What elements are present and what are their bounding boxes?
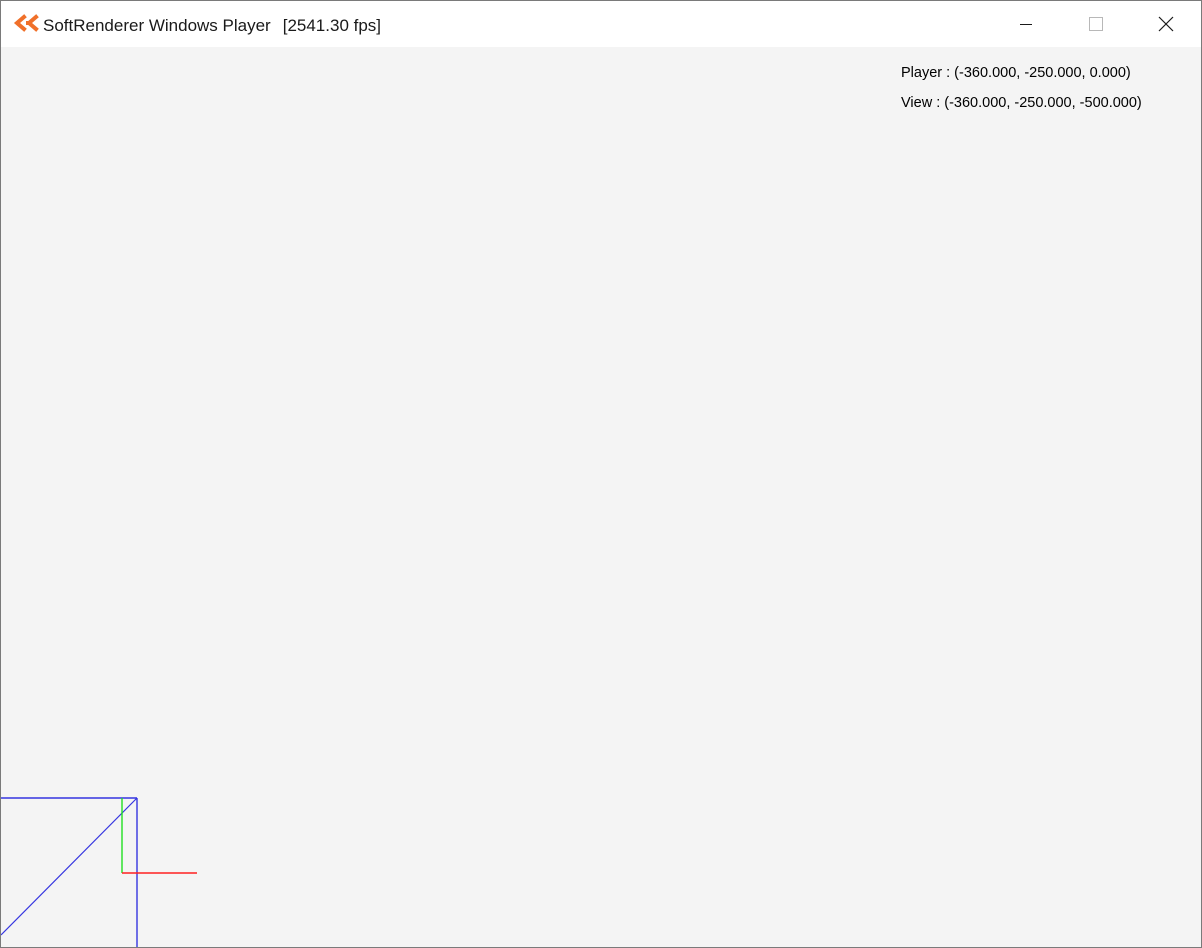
- render-viewport[interactable]: Player : (-360.000, -250.000, 0.000) Vie…: [1, 47, 1201, 947]
- app-window: SoftRenderer Windows Player [2541.30 fps]: [0, 0, 1202, 948]
- fps-counter: [2541.30 fps]: [282, 16, 382, 35]
- title-bar[interactable]: SoftRenderer Windows Player [2541.30 fps]: [1, 1, 1201, 47]
- player-position-text: Player : (-360.000, -250.000, 0.000): [901, 65, 1131, 81]
- maximize-button[interactable]: [1061, 1, 1131, 47]
- grid-line-diagonal: [1, 797, 138, 936]
- minimize-icon: [1019, 17, 1033, 31]
- minimize-button[interactable]: [991, 1, 1061, 47]
- ck-logo-icon: [13, 13, 39, 33]
- close-icon: [1158, 16, 1174, 32]
- view-position-text: View : (-360.000, -250.000, -500.000): [901, 95, 1142, 111]
- maximize-icon: [1089, 17, 1103, 31]
- window-title-label: SoftRenderer Windows Player: [43, 16, 271, 35]
- scene-canvas: [1, 797, 197, 947]
- close-button[interactable]: [1131, 1, 1201, 47]
- window-title: SoftRenderer Windows Player [2541.30 fps]: [43, 16, 381, 36]
